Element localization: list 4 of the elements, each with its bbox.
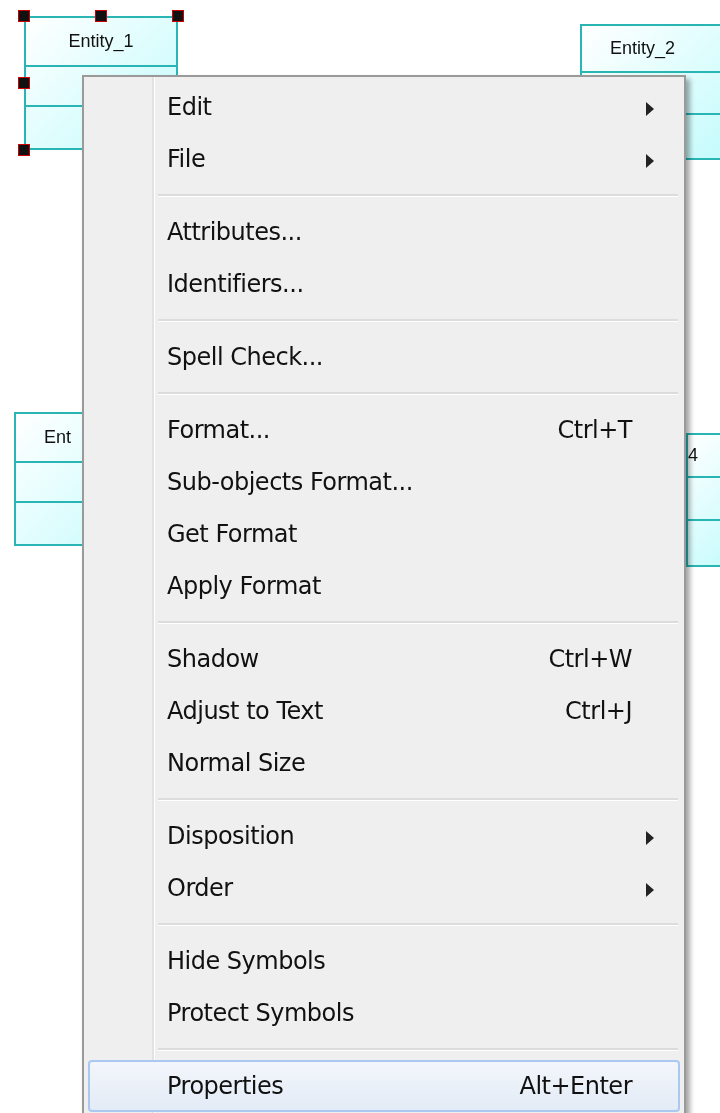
entity-name: Entity_1	[68, 30, 134, 52]
entity-name: Ent	[44, 426, 72, 448]
entity-name: 4	[688, 444, 698, 466]
entity-name: Entity_2	[610, 37, 676, 59]
